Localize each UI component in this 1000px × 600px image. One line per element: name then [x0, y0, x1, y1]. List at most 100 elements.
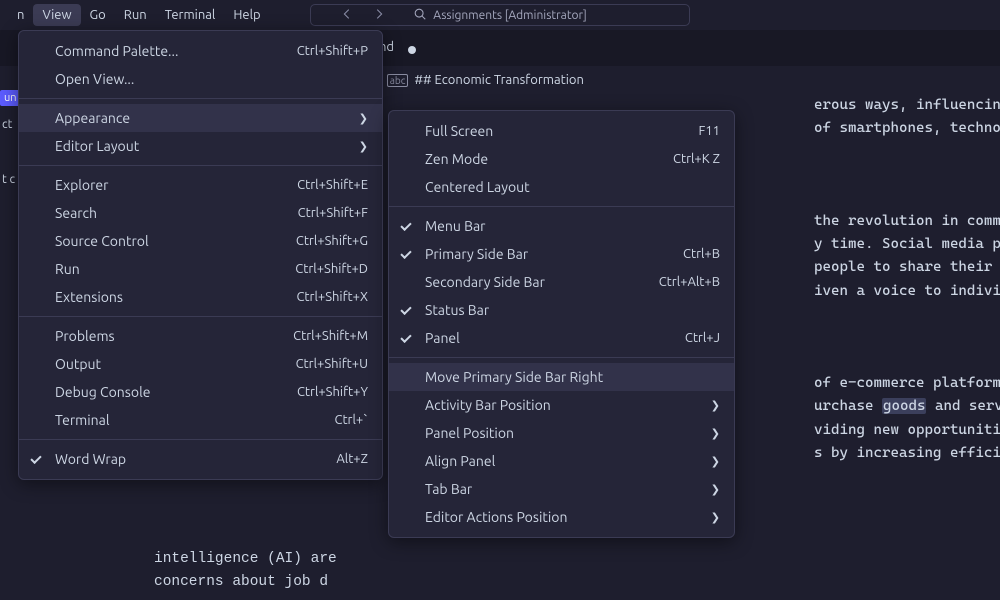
menu-item-label: Source Control — [55, 233, 149, 249]
menubar-item-terminal[interactable]: Terminal — [156, 4, 225, 26]
menu-item-shortcut: Ctrl+` — [334, 413, 368, 427]
view-menu-item-appearance[interactable]: Appearance ❯ — [19, 104, 382, 132]
menu-separator — [19, 316, 382, 317]
menubar-item-help[interactable]: Help — [224, 4, 269, 26]
menu-item-shortcut: Ctrl+Shift+X — [296, 290, 368, 304]
menu-item-shortcut: Ctrl+Alt+B — [659, 275, 720, 289]
appearance-menu-item-status-bar[interactable]: Status Bar — [389, 296, 734, 324]
menu-item-label: Debug Console — [55, 384, 150, 400]
chevron-right-icon: ❯ — [711, 455, 720, 468]
menu-item-label: Editor Layout — [55, 138, 139, 154]
appearance-menu-item-panel-position[interactable]: Panel Position ❯ — [389, 419, 734, 447]
view-menu-item-word-wrap[interactable]: Word WrapAlt+Z — [19, 445, 382, 473]
search-highlight: goods — [882, 398, 926, 414]
menubar-item-run[interactable]: Run — [115, 4, 156, 26]
search-icon — [413, 7, 427, 24]
appearance-menu-item-move-primary-side-bar-right[interactable]: Move Primary Side Bar Right — [389, 363, 734, 391]
menu-item-label: Appearance — [55, 110, 130, 126]
appearance-menu-item-primary-side-bar[interactable]: Primary Side Bar Ctrl+B — [389, 240, 734, 268]
menu-item-label: Run — [55, 261, 80, 277]
menu-item-shortcut: Ctrl+Shift+F — [298, 206, 368, 220]
menu-item-label: Panel Position — [425, 425, 514, 441]
appearance-menu-item-menu-bar[interactable]: Menu Bar — [389, 212, 734, 240]
menu-item-shortcut: Ctrl+J — [685, 331, 720, 345]
menu-item-label: Move Primary Side Bar Right — [425, 369, 603, 385]
editor-tail: intelligence (AI) are concerns about job… — [154, 548, 337, 594]
view-menu-item-debug-console[interactable]: Debug Console Ctrl+Shift+Y — [19, 378, 382, 406]
menu-item-label: Menu Bar — [425, 218, 485, 234]
menu-item-label: Open View... — [55, 71, 134, 87]
appearance-menu-item-zen-mode[interactable]: Zen Mode Ctrl+K Z — [389, 145, 734, 173]
menubar-item-go[interactable]: Go — [81, 4, 115, 26]
menu-item-label: Primary Side Bar — [425, 246, 528, 262]
view-menu-item-source-control[interactable]: Source ControlCtrl+Shift+G — [19, 227, 382, 255]
menu-item-label: Activity Bar Position — [425, 397, 551, 413]
menubar-item-n[interactable]: n — [8, 4, 33, 26]
menubar-item-view[interactable]: View — [33, 4, 80, 26]
menu-item-label: Search — [55, 205, 97, 221]
appearance-menu-item-activity-bar-position[interactable]: Activity Bar Position ❯ — [389, 391, 734, 419]
activity-text-2: t c — [0, 173, 20, 186]
menu-item-label: Zen Mode — [425, 151, 488, 167]
menu-item-shortcut: Ctrl+Shift+U — [296, 357, 368, 371]
menu-separator — [389, 357, 734, 358]
menu-item-label: Output — [55, 356, 101, 372]
view-menu-item-run[interactable]: Run Ctrl+Shift+D — [19, 255, 382, 283]
view-menu-item-editor-layout[interactable]: Editor Layout ❯ — [19, 132, 382, 160]
menu-item-label: Extensions — [55, 289, 123, 305]
appearance-menu-item-panel[interactable]: Panel Ctrl+J — [389, 324, 734, 352]
appearance-menu-item-centered-layout[interactable]: Centered Layout — [389, 173, 734, 201]
view-menu-item-terminal[interactable]: Terminal Ctrl+` — [19, 406, 382, 434]
menu-item-shortcut: Ctrl+K Z — [673, 152, 720, 166]
menu-item-shortcut: Ctrl+Shift+M — [293, 329, 368, 343]
heading-icon: abc — [387, 74, 409, 87]
appearance-menu-item-align-panel[interactable]: Align Panel ❯ — [389, 447, 734, 475]
appearance-menu-item-full-screen[interactable]: Full Screen F11 — [389, 117, 734, 145]
dirty-indicator-icon — [408, 46, 416, 54]
chevron-right-icon: ❯ — [711, 511, 720, 524]
menubar: nViewGoRunTerminalHelp Assignments [Admi… — [0, 0, 1000, 30]
menu-item-label: Command Palette... — [55, 43, 178, 59]
view-menu-item-command-palette[interactable]: Command Palette... Ctrl+Shift+P — [19, 37, 382, 65]
menu-item-shortcut: F11 — [698, 124, 720, 138]
chevron-right-icon: ❯ — [359, 112, 368, 125]
view-menu-item-problems[interactable]: Problems Ctrl+Shift+M — [19, 322, 382, 350]
menu-separator — [19, 439, 382, 440]
chevron-right-icon: ❯ — [711, 483, 720, 496]
menu-item-shortcut: Ctrl+B — [683, 247, 720, 261]
chevron-right-icon: ❯ — [711, 399, 720, 412]
view-menu-item-output[interactable]: Output Ctrl+Shift+U — [19, 350, 382, 378]
breadcrumb-seg-2[interactable]: ## Economic Transformation — [414, 73, 584, 87]
view-menu-item-extensions[interactable]: Extensions Ctrl+Shift+X — [19, 283, 382, 311]
menu-item-label: Centered Layout — [425, 179, 530, 195]
appearance-menu-item-editor-actions-position[interactable]: Editor Actions Position❯ — [389, 503, 734, 531]
menu-item-label: Problems — [55, 328, 115, 344]
menu-item-shortcut: Ctrl+Shift+D — [295, 262, 368, 276]
view-menu: Command Palette... Ctrl+Shift+P Open View.… — [18, 30, 383, 480]
menu-item-shortcut: Alt+Z — [336, 452, 368, 466]
menu-item-label: Explorer — [55, 177, 108, 193]
appearance-menu-item-secondary-side-bar[interactable]: Secondary Side Bar Ctrl+Alt+B — [389, 268, 734, 296]
menu-separator — [389, 206, 734, 207]
view-menu-item-open-view[interactable]: Open View... — [19, 65, 382, 93]
menu-item-label: Full Screen — [425, 123, 493, 139]
menu-item-label: Secondary Side Bar — [425, 274, 545, 290]
menu-item-shortcut: Ctrl+Shift+E — [297, 178, 368, 192]
menu-item-label: Tab Bar — [425, 481, 472, 497]
view-menu-item-explorer[interactable]: Explorer Ctrl+Shift+E — [19, 171, 382, 199]
menu-item-shortcut: Ctrl+Shift+Y — [297, 385, 368, 399]
appearance-submenu: Full Screen F11 Zen Mode Ctrl+K Z Centered L… — [388, 110, 735, 538]
menu-separator — [19, 98, 382, 99]
chevron-right-icon: ❯ — [359, 140, 368, 153]
view-menu-item-search[interactable]: Search Ctrl+Shift+F — [19, 199, 382, 227]
menu-item-label: Status Bar — [425, 302, 489, 318]
command-center[interactable]: Assignments [Administrator] — [310, 4, 690, 26]
menu-item-label: Align Panel — [425, 453, 495, 469]
menu-item-label: Panel — [425, 330, 460, 346]
menu-item-shortcut: Ctrl+Shift+P — [297, 44, 368, 58]
appearance-menu-item-tab-bar[interactable]: Tab Bar ❯ — [389, 475, 734, 503]
chevron-right-icon: ❯ — [711, 427, 720, 440]
menu-item-label: Terminal — [55, 412, 110, 428]
activity-text-1: ct — [0, 118, 20, 131]
activity-bar: un ct t c — [0, 66, 20, 186]
